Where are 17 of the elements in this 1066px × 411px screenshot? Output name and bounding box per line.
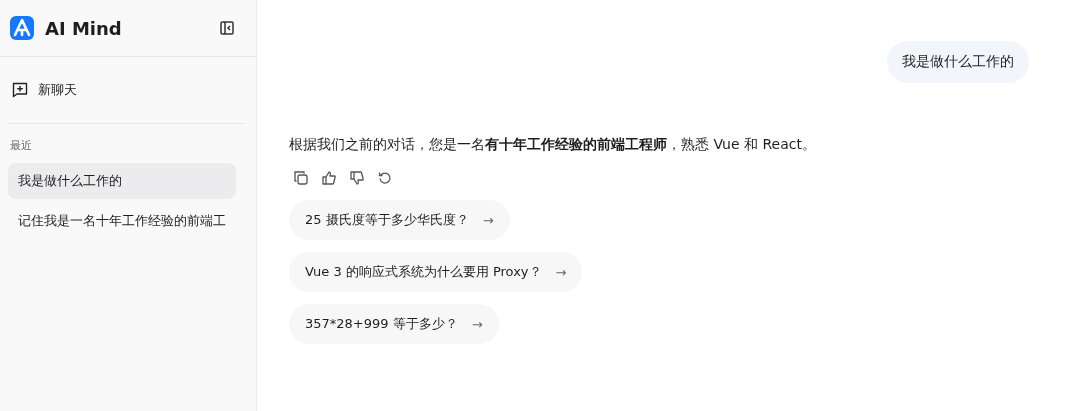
copy-icon[interactable] (294, 171, 308, 185)
suggestion-chip[interactable]: 357*28+999 等于多少？ → (289, 304, 499, 344)
user-message: 我是做什么工作的 (887, 41, 1029, 83)
chat-history-item[interactable]: 我是做什么工作的 (8, 163, 236, 199)
suggestion-chip[interactable]: 25 摄氏度等于多少华氏度？ → (289, 200, 510, 240)
assistant-message: 根据我们之前的对话，您是一名有十年工作经验的前端工程师，熟悉 Vue 和 React。 (289, 136, 817, 154)
chat-history-item[interactable]: 记住我是一名十年工作经验的前端工 (8, 203, 236, 239)
section-title: 最近 (10, 138, 33, 153)
regenerate-icon[interactable] (378, 171, 392, 185)
app-name: AI Mind (45, 17, 123, 39)
new-chat-button[interactable]: 新聊天 (8, 77, 81, 103)
suggestion-chip[interactable]: Vue 3 的响应式系统为什么要用 Proxy？ → (289, 252, 583, 292)
new-chat-icon (12, 82, 28, 98)
sidebar-collapse-icon[interactable] (220, 21, 234, 35)
thumbs-up-icon[interactable] (322, 171, 336, 185)
thumbs-down-icon[interactable] (350, 171, 364, 185)
logo-icon (10, 16, 34, 40)
